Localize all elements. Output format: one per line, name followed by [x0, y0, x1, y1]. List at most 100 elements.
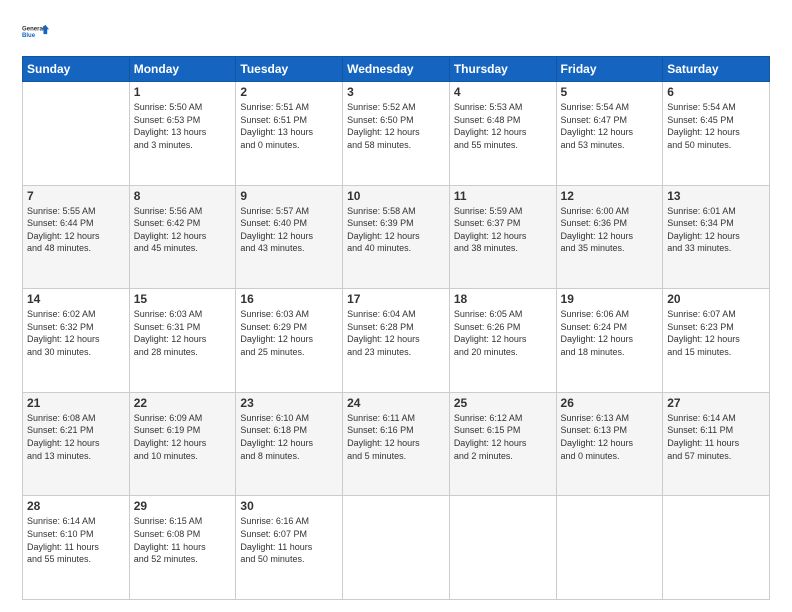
day-number: 10	[347, 189, 445, 203]
day-detail: Sunrise: 5:51 AM Sunset: 6:51 PM Dayligh…	[240, 101, 338, 151]
week-row-2: 7 Sunrise: 5:55 AM Sunset: 6:44 PM Daylig…	[23, 185, 770, 289]
day-detail: Sunrise: 6:13 AM Sunset: 6:13 PM Dayligh…	[561, 412, 659, 462]
day-detail: Sunrise: 6:10 AM Sunset: 6:18 PM Dayligh…	[240, 412, 338, 462]
logo-icon: GeneralBlue	[22, 18, 50, 46]
calendar-cell: 19 Sunrise: 6:06 AM Sunset: 6:24 PM Dayli…	[556, 289, 663, 393]
calendar-cell	[23, 82, 130, 186]
day-number: 6	[667, 85, 765, 99]
day-detail: Sunrise: 5:54 AM Sunset: 6:45 PM Dayligh…	[667, 101, 765, 151]
weekday-header-tuesday: Tuesday	[236, 57, 343, 82]
calendar-cell: 30Sunrise: 6:16 AM Sunset: 6:07 PM Dayli…	[236, 496, 343, 600]
day-detail: Sunrise: 6:09 AM Sunset: 6:19 PM Dayligh…	[134, 412, 232, 462]
calendar-cell: 1 Sunrise: 5:50 AM Sunset: 6:53 PM Daylig…	[129, 82, 236, 186]
day-detail: Sunrise: 6:14 AM Sunset: 6:10 PM Dayligh…	[27, 515, 125, 565]
day-detail: Sunrise: 6:00 AM Sunset: 6:36 PM Dayligh…	[561, 205, 659, 255]
header: GeneralBlue	[22, 18, 770, 46]
day-number: 1	[134, 85, 232, 99]
day-number: 25	[454, 396, 552, 410]
calendar-cell: 22 Sunrise: 6:09 AM Sunset: 6:19 PM Dayli…	[129, 392, 236, 496]
day-number: 4	[454, 85, 552, 99]
day-number: 8	[134, 189, 232, 203]
calendar-cell: 20 Sunrise: 6:07 AM Sunset: 6:23 PM Dayli…	[663, 289, 770, 393]
calendar-cell: 10 Sunrise: 5:58 AM Sunset: 6:39 PM Dayli…	[343, 185, 450, 289]
day-detail: Sunrise: 6:04 AM Sunset: 6:28 PM Dayligh…	[347, 308, 445, 358]
weekday-header-friday: Friday	[556, 57, 663, 82]
day-detail: Sunrise: 5:59 AM Sunset: 6:37 PM Dayligh…	[454, 205, 552, 255]
day-detail: Sunrise: 6:16 AM Sunset: 6:07 PM Dayligh…	[240, 515, 338, 565]
day-detail: Sunrise: 5:54 AM Sunset: 6:47 PM Dayligh…	[561, 101, 659, 151]
day-number: 3	[347, 85, 445, 99]
day-number: 15	[134, 292, 232, 306]
calendar-cell: 9Sunrise: 5:57 AM Sunset: 6:40 PM Daylig…	[236, 185, 343, 289]
calendar-cell: 28 Sunrise: 6:14 AM Sunset: 6:10 PM Dayli…	[23, 496, 130, 600]
day-number: 13	[667, 189, 765, 203]
calendar-cell: 14 Sunrise: 6:02 AM Sunset: 6:32 PM Dayli…	[23, 289, 130, 393]
calendar-cell: 17 Sunrise: 6:04 AM Sunset: 6:28 PM Dayli…	[343, 289, 450, 393]
calendar-cell: 11Sunrise: 5:59 AM Sunset: 6:37 PM Dayli…	[449, 185, 556, 289]
day-detail: Sunrise: 5:56 AM Sunset: 6:42 PM Dayligh…	[134, 205, 232, 255]
calendar-cell: 15 Sunrise: 6:03 AM Sunset: 6:31 PM Dayli…	[129, 289, 236, 393]
day-number: 18	[454, 292, 552, 306]
calendar-cell	[556, 496, 663, 600]
day-detail: Sunrise: 5:57 AM Sunset: 6:40 PM Dayligh…	[240, 205, 338, 255]
day-detail: Sunrise: 5:55 AM Sunset: 6:44 PM Dayligh…	[27, 205, 125, 255]
week-row-3: 14 Sunrise: 6:02 AM Sunset: 6:32 PM Dayli…	[23, 289, 770, 393]
day-number: 5	[561, 85, 659, 99]
day-detail: Sunrise: 6:07 AM Sunset: 6:23 PM Dayligh…	[667, 308, 765, 358]
calendar-cell: 29Sunrise: 6:15 AM Sunset: 6:08 PM Dayli…	[129, 496, 236, 600]
calendar-cell: 2 Sunrise: 5:51 AM Sunset: 6:51 PM Daylig…	[236, 82, 343, 186]
svg-text:General: General	[22, 26, 45, 32]
day-number: 19	[561, 292, 659, 306]
page: GeneralBlue SundayMondayTuesdayWednesday…	[0, 0, 792, 612]
calendar-cell: 24 Sunrise: 6:11 AM Sunset: 6:16 PM Dayli…	[343, 392, 450, 496]
day-number: 7	[27, 189, 125, 203]
day-detail: Sunrise: 6:03 AM Sunset: 6:29 PM Dayligh…	[240, 308, 338, 358]
week-row-1: 1 Sunrise: 5:50 AM Sunset: 6:53 PM Daylig…	[23, 82, 770, 186]
calendar-cell: 12Sunrise: 6:00 AM Sunset: 6:36 PM Dayli…	[556, 185, 663, 289]
day-number: 16	[240, 292, 338, 306]
day-detail: Sunrise: 6:01 AM Sunset: 6:34 PM Dayligh…	[667, 205, 765, 255]
day-detail: Sunrise: 6:08 AM Sunset: 6:21 PM Dayligh…	[27, 412, 125, 462]
week-row-4: 21 Sunrise: 6:08 AM Sunset: 6:21 PM Dayli…	[23, 392, 770, 496]
calendar-cell: 6 Sunrise: 5:54 AM Sunset: 6:45 PM Daylig…	[663, 82, 770, 186]
week-row-5: 28 Sunrise: 6:14 AM Sunset: 6:10 PM Dayli…	[23, 496, 770, 600]
calendar-cell: 27 Sunrise: 6:14 AM Sunset: 6:11 PM Dayli…	[663, 392, 770, 496]
calendar-cell: 4 Sunrise: 5:53 AM Sunset: 6:48 PM Daylig…	[449, 82, 556, 186]
day-number: 21	[27, 396, 125, 410]
calendar-cell	[343, 496, 450, 600]
day-number: 26	[561, 396, 659, 410]
day-detail: Sunrise: 6:05 AM Sunset: 6:26 PM Dayligh…	[454, 308, 552, 358]
calendar-cell: 3Sunrise: 5:52 AM Sunset: 6:50 PM Daylig…	[343, 82, 450, 186]
day-number: 24	[347, 396, 445, 410]
calendar-table: SundayMondayTuesdayWednesdayThursdayFrid…	[22, 56, 770, 600]
calendar-cell	[449, 496, 556, 600]
calendar-cell: 7 Sunrise: 5:55 AM Sunset: 6:44 PM Daylig…	[23, 185, 130, 289]
day-detail: Sunrise: 6:12 AM Sunset: 6:15 PM Dayligh…	[454, 412, 552, 462]
day-detail: Sunrise: 6:11 AM Sunset: 6:16 PM Dayligh…	[347, 412, 445, 462]
day-detail: Sunrise: 6:06 AM Sunset: 6:24 PM Dayligh…	[561, 308, 659, 358]
weekday-header-monday: Monday	[129, 57, 236, 82]
calendar-cell: 16 Sunrise: 6:03 AM Sunset: 6:29 PM Dayli…	[236, 289, 343, 393]
day-number: 2	[240, 85, 338, 99]
day-detail: Sunrise: 6:15 AM Sunset: 6:08 PM Dayligh…	[134, 515, 232, 565]
weekday-header-sunday: Sunday	[23, 57, 130, 82]
svg-text:Blue: Blue	[22, 33, 36, 39]
day-number: 17	[347, 292, 445, 306]
day-number: 20	[667, 292, 765, 306]
calendar-cell: 5 Sunrise: 5:54 AM Sunset: 6:47 PM Daylig…	[556, 82, 663, 186]
calendar-cell: 25 Sunrise: 6:12 AM Sunset: 6:15 PM Dayli…	[449, 392, 556, 496]
day-number: 27	[667, 396, 765, 410]
calendar-cell: 13 Sunrise: 6:01 AM Sunset: 6:34 PM Dayli…	[663, 185, 770, 289]
day-detail: Sunrise: 6:14 AM Sunset: 6:11 PM Dayligh…	[667, 412, 765, 462]
weekday-header-thursday: Thursday	[449, 57, 556, 82]
day-detail: Sunrise: 6:02 AM Sunset: 6:32 PM Dayligh…	[27, 308, 125, 358]
day-detail: Sunrise: 5:53 AM Sunset: 6:48 PM Dayligh…	[454, 101, 552, 151]
day-detail: Sunrise: 5:58 AM Sunset: 6:39 PM Dayligh…	[347, 205, 445, 255]
day-detail: Sunrise: 6:03 AM Sunset: 6:31 PM Dayligh…	[134, 308, 232, 358]
day-detail: Sunrise: 5:50 AM Sunset: 6:53 PM Dayligh…	[134, 101, 232, 151]
calendar-cell	[663, 496, 770, 600]
day-number: 22	[134, 396, 232, 410]
day-number: 14	[27, 292, 125, 306]
calendar-cell: 18 Sunrise: 6:05 AM Sunset: 6:26 PM Dayli…	[449, 289, 556, 393]
day-number: 28	[27, 499, 125, 513]
